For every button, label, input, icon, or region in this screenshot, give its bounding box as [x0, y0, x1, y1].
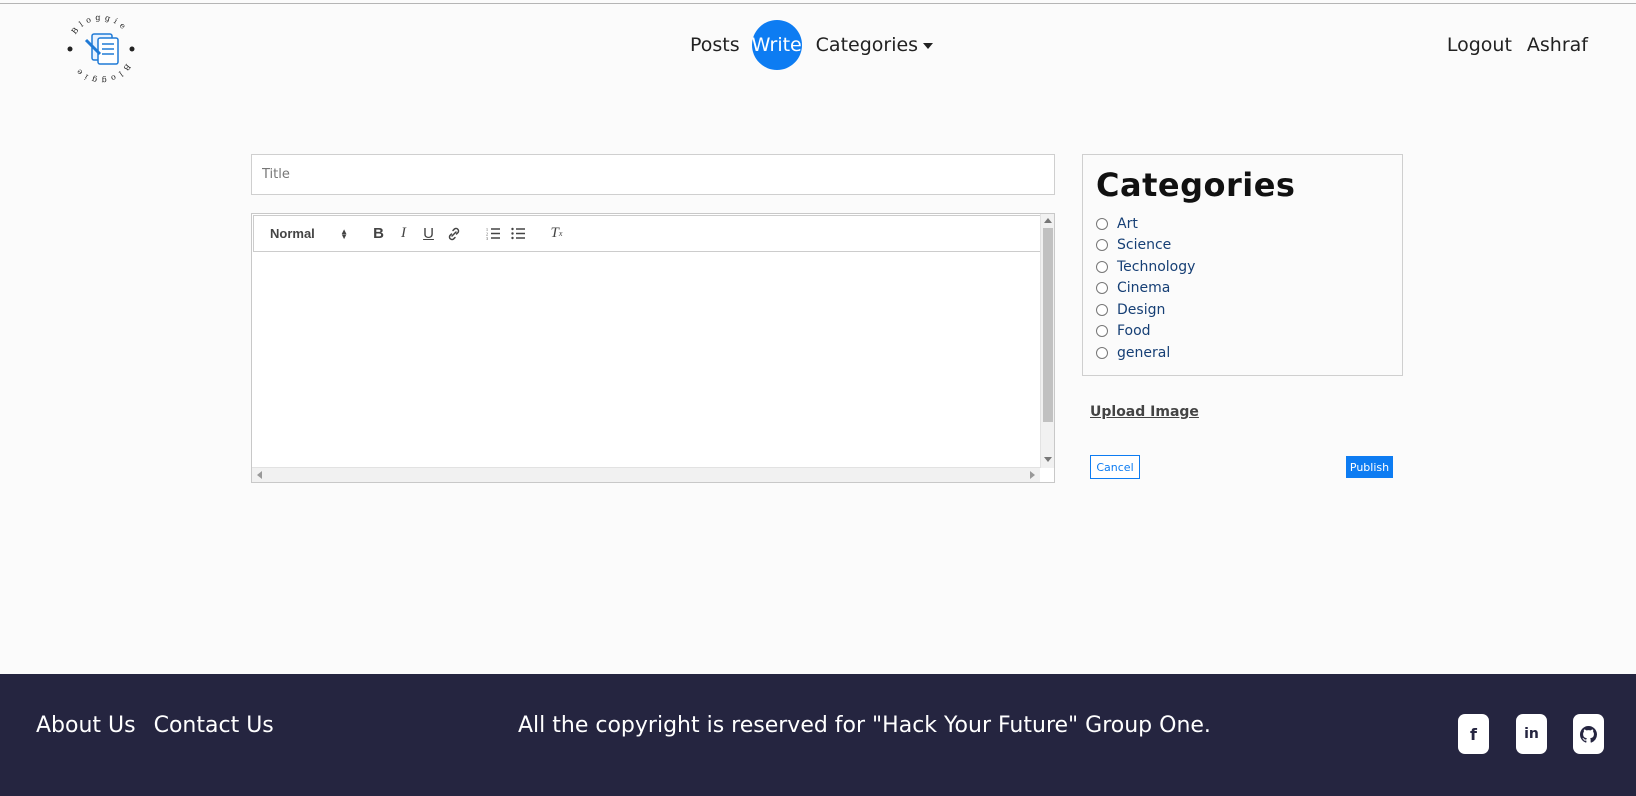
category-label: Technology [1117, 258, 1196, 275]
svg-text:Bloggie: Bloggie [70, 13, 130, 36]
bloggie-logo[interactable]: Bloggie Bloggie [62, 10, 140, 88]
facebook-icon[interactable]: f [1458, 714, 1489, 754]
nav-write-link[interactable]: Write [752, 20, 802, 70]
clear-format-icon[interactable]: Tx [544, 223, 569, 245]
title-input[interactable] [251, 154, 1055, 195]
logout-link[interactable]: Logout [1447, 34, 1512, 56]
category-radio[interactable] [1096, 217, 1108, 230]
bold-icon[interactable]: B [366, 223, 391, 245]
github-icon[interactable] [1573, 714, 1604, 754]
underline-icon[interactable]: U [416, 223, 441, 245]
select-arrows-icon: ▲ ▼ [340, 226, 348, 241]
logo-text-bottom: Bloggie [72, 62, 128, 85]
categories-panel: Categories Art Science Technology Cinema… [1082, 154, 1403, 376]
scrollbar-thumb[interactable] [1043, 228, 1053, 422]
category-radio[interactable] [1096, 282, 1108, 295]
upload-image-link[interactable]: Upload Image [1090, 404, 1199, 420]
category-label: Cinema [1117, 280, 1171, 297]
category-radio[interactable] [1096, 239, 1108, 252]
editor-horizontal-scrollbar[interactable] [252, 467, 1040, 482]
bullet-list-icon[interactable] [505, 223, 530, 245]
category-option-general[interactable]: general [1096, 342, 1389, 364]
category-option-art[interactable]: Art [1096, 213, 1389, 235]
main-nav: Posts Write Categories [690, 20, 934, 70]
scroll-up-icon[interactable] [1044, 218, 1052, 223]
scroll-down-icon[interactable] [1044, 457, 1052, 462]
category-label: Art [1117, 215, 1138, 232]
scroll-left-icon[interactable] [257, 471, 262, 479]
about-us-link[interactable]: About Us [36, 713, 136, 738]
copyright-text: All the copyright is reserved for "Hack … [518, 713, 1211, 738]
editor-content-area[interactable] [253, 253, 1040, 467]
category-option-design[interactable]: Design [1096, 299, 1389, 321]
cancel-button[interactable]: Cancel [1090, 455, 1140, 479]
link-icon[interactable] [441, 223, 466, 245]
svg-text:3: 3 [486, 236, 488, 240]
linkedin-icon[interactable]: in [1516, 714, 1547, 754]
category-label: general [1117, 344, 1171, 361]
editor-vertical-scrollbar[interactable] [1040, 214, 1054, 468]
category-radio[interactable] [1096, 260, 1108, 273]
nav-categories-dropdown[interactable]: Categories [815, 34, 934, 56]
top-border [0, 3, 1636, 4]
user-nav: Logout Ashraf [1447, 20, 1588, 70]
contact-us-link[interactable]: Contact Us [154, 713, 274, 738]
category-option-science[interactable]: Science [1096, 235, 1389, 257]
categories-heading: Categories [1096, 166, 1296, 204]
category-option-cinema[interactable]: Cinema [1096, 278, 1389, 300]
svg-text:Bloggie: Bloggie [72, 62, 132, 85]
username-link[interactable]: Ashraf [1527, 34, 1588, 56]
category-label: Design [1117, 301, 1166, 318]
italic-icon[interactable]: I [391, 223, 416, 245]
editor-toolbar: Normal ▲ ▼ B I U 123 Tx [253, 215, 1040, 252]
rich-text-editor: Normal ▲ ▼ B I U 123 Tx [251, 213, 1055, 483]
logo-text-top: Bloggie [70, 13, 126, 36]
format-select[interactable]: Normal ▲ ▼ [270, 226, 348, 241]
publish-button[interactable]: Publish [1346, 456, 1393, 478]
category-radio[interactable] [1096, 346, 1108, 359]
category-label: Food [1117, 323, 1151, 340]
footer-links: About Us Contact Us [36, 713, 274, 738]
format-select-value: Normal [270, 226, 315, 241]
category-radio[interactable] [1096, 325, 1108, 338]
category-option-food[interactable]: Food [1096, 321, 1389, 343]
category-radio[interactable] [1096, 303, 1108, 316]
nav-posts-link[interactable]: Posts [690, 34, 740, 56]
nav-categories-label: Categories [815, 34, 919, 56]
scroll-right-icon[interactable] [1030, 471, 1035, 479]
ordered-list-icon[interactable]: 123 [480, 223, 505, 245]
category-option-technology[interactable]: Technology [1096, 256, 1389, 278]
category-label: Science [1117, 237, 1172, 254]
footer: About Us Contact Us All the copyright is… [0, 674, 1636, 796]
caret-down-icon [923, 43, 934, 49]
